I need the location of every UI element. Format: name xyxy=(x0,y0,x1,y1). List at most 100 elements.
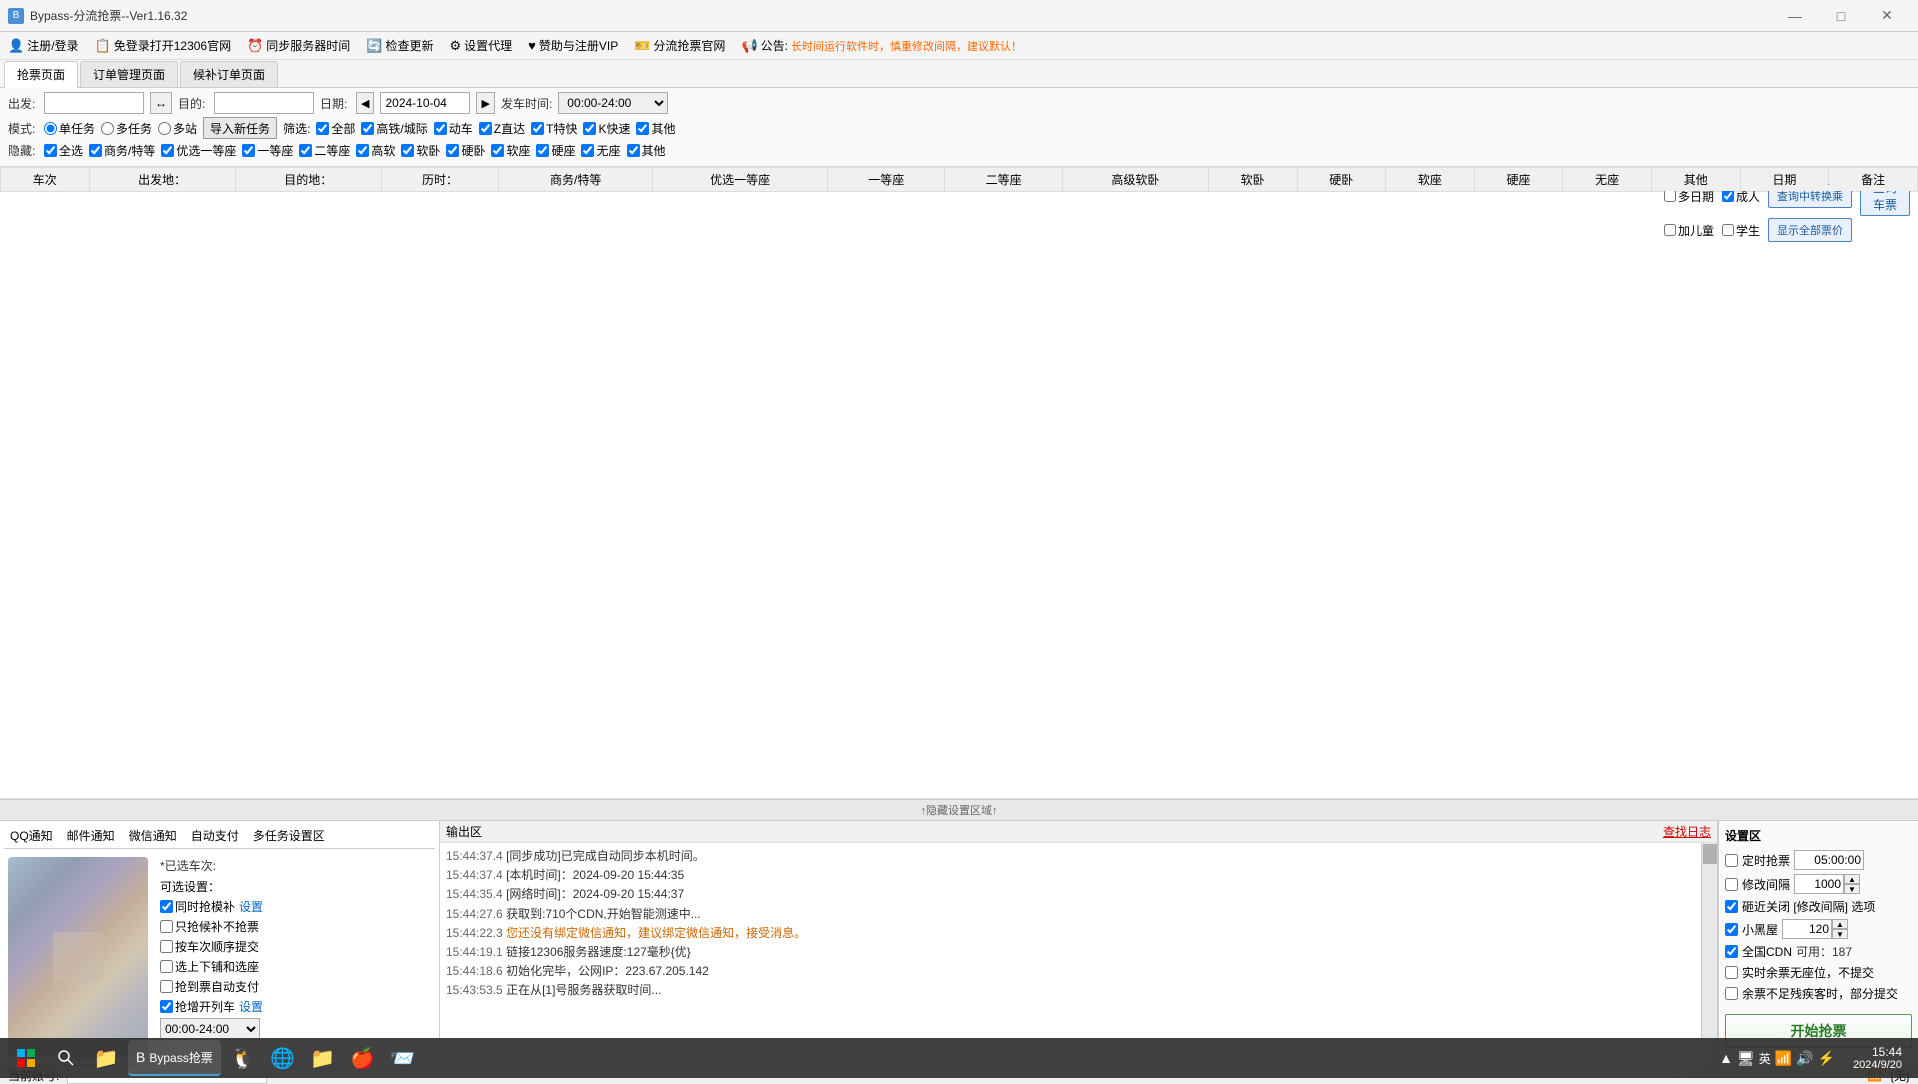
h-firstclass-label[interactable]: 一等座 xyxy=(242,142,293,159)
blacklist-down-btn[interactable]: ▼ xyxy=(1832,929,1848,939)
filter-tfast-label[interactable]: T特快 xyxy=(531,120,577,137)
mode-multi-radio[interactable] xyxy=(101,122,114,135)
h-softslp-label[interactable]: 软卧 xyxy=(401,142,440,159)
start-button[interactable] xyxy=(8,1040,44,1076)
h-all-label[interactable]: 全选 xyxy=(44,142,83,159)
tab-email-notify[interactable]: 邮件通知 xyxy=(61,825,121,846)
output-scrollbar[interactable] xyxy=(1701,843,1717,1065)
h-hardseat-label[interactable]: 硬座 xyxy=(536,142,575,159)
national-cdn-checkbox[interactable] xyxy=(1725,945,1738,958)
timed-grab-checkbox[interactable] xyxy=(1725,854,1738,867)
date-input[interactable] xyxy=(380,92,470,114)
filter-other-checkbox[interactable] xyxy=(636,122,649,135)
filter-motor-label[interactable]: 动车 xyxy=(434,120,473,137)
tab-grab-ticket[interactable]: 抢票页面 xyxy=(4,61,78,88)
from-input[interactable] xyxy=(44,92,144,114)
auto-pay-label[interactable]: 抢到票自动支付 xyxy=(160,978,259,995)
sync-grab-label[interactable]: 同时抢模补 xyxy=(160,898,235,915)
tray-ime-icon[interactable]: 英 xyxy=(1759,1050,1771,1067)
taskbar-app5[interactable]: 🍎 xyxy=(345,1040,381,1076)
filter-zdirect-label[interactable]: Z直达 xyxy=(479,120,525,137)
tray-expand-icon[interactable]: ▲ xyxy=(1719,1050,1733,1066)
sync-grab-settings-btn[interactable]: 设置 xyxy=(239,898,263,915)
tab-multitask-settings[interactable]: 多任务设置区 xyxy=(247,825,331,846)
blacklist-input[interactable] xyxy=(1782,919,1832,939)
tab-supplement[interactable]: 候补订单页面 xyxy=(180,61,278,87)
swap-button[interactable]: ↔ xyxy=(150,92,172,114)
filter-motor-checkbox[interactable] xyxy=(434,122,447,135)
taskbar-qq[interactable]: 🐧 xyxy=(225,1040,261,1076)
menu-vip[interactable]: ♥ 赞助与注册VIP xyxy=(524,35,622,56)
blacklist-checkbox[interactable] xyxy=(1725,923,1738,936)
h-highsoft-label[interactable]: 高软 xyxy=(356,142,395,159)
car-order-checkbox[interactable] xyxy=(160,940,173,953)
menu-login[interactable]: 👤 注册/登录 xyxy=(4,35,83,56)
filter-kfast-checkbox[interactable] xyxy=(583,122,596,135)
h-firstclass-checkbox[interactable] xyxy=(242,144,255,157)
h-softseat-label[interactable]: 软座 xyxy=(491,142,530,159)
child-check-label[interactable]: 加儿童 xyxy=(1664,222,1714,239)
tab-order-manage[interactable]: 订单管理页面 xyxy=(80,61,178,87)
tab-qq-notify[interactable]: QQ通知 xyxy=(4,825,59,846)
taskbar-folder[interactable]: 📁 xyxy=(305,1040,341,1076)
scrollbar-thumb[interactable] xyxy=(1703,844,1717,864)
filter-kfast-label[interactable]: K快速 xyxy=(583,120,630,137)
select-lower-label[interactable]: 选上下铺和选座 xyxy=(160,958,259,975)
h-softslp-checkbox[interactable] xyxy=(401,144,414,157)
h-business-label[interactable]: 商务/特等 xyxy=(89,142,155,159)
filter-highspeed-label[interactable]: 高铁/城际 xyxy=(361,120,427,137)
h-noseat-checkbox[interactable] xyxy=(581,144,594,157)
close-delay-checkbox[interactable] xyxy=(1725,900,1738,913)
h-first-checkbox[interactable] xyxy=(161,144,174,157)
h-second-label[interactable]: 二等座 xyxy=(299,142,350,159)
disabled-submit-checkbox[interactable] xyxy=(1725,987,1738,1000)
import-task-button[interactable]: 导入新任务 xyxy=(203,117,277,139)
taskbar-active-app[interactable]: B Bypass抢票 xyxy=(128,1040,221,1076)
taskbar-file-explorer[interactable]: 📁 xyxy=(88,1040,124,1076)
modify-interval-checkbox[interactable] xyxy=(1725,878,1738,891)
filter-tfast-checkbox[interactable] xyxy=(531,122,544,135)
interval-down-btn[interactable]: ▼ xyxy=(1844,884,1860,894)
h-noseat-label[interactable]: 无座 xyxy=(581,142,620,159)
time-select[interactable]: 00:00-24:00 xyxy=(558,92,668,114)
only-comp-label[interactable]: 只抢候补不抢票 xyxy=(160,918,259,935)
menu-official[interactable]: 🎫 分流抢票官网 xyxy=(630,35,729,56)
mode-single-label[interactable]: 单任务 xyxy=(44,120,95,137)
h-hardseat-checkbox[interactable] xyxy=(536,144,549,157)
h-other-checkbox[interactable] xyxy=(627,144,640,157)
tray-monitor-icon[interactable]: 🖥 xyxy=(1737,1050,1755,1067)
filter-zdirect-checkbox[interactable] xyxy=(479,122,492,135)
select-lower-checkbox[interactable] xyxy=(160,960,173,973)
mode-multi-label[interactable]: 多任务 xyxy=(101,120,152,137)
h-hardslp-label[interactable]: 硬卧 xyxy=(446,142,485,159)
taskbar-clock[interactable]: 15:44 2024/9/20 xyxy=(1845,1043,1910,1073)
h-softseat-checkbox[interactable] xyxy=(491,144,504,157)
find-log-button[interactable]: 查找日志 xyxy=(1663,823,1711,840)
h-highsoft-checkbox[interactable] xyxy=(356,144,369,157)
tab-wechat-notify[interactable]: 微信通知 xyxy=(123,825,183,846)
blacklist-up-btn[interactable]: ▲ xyxy=(1832,919,1848,929)
menu-setproxy[interactable]: ⚙ 设置代理 xyxy=(446,35,517,56)
filter-all-checkbox[interactable] xyxy=(316,122,329,135)
h-first-label[interactable]: 优选一等座 xyxy=(161,142,236,159)
menu-open12306[interactable]: 📋 免登录打开12306官网 xyxy=(91,35,236,56)
tray-volume-icon[interactable]: 🔊 xyxy=(1796,1050,1813,1067)
sync-grab-checkbox[interactable] xyxy=(160,900,173,913)
mode-multisite-radio[interactable] xyxy=(158,122,171,135)
mode-single-radio[interactable] xyxy=(44,122,57,135)
time-range-select[interactable]: 00:00-24:00 xyxy=(160,1018,260,1040)
auto-pay-checkbox[interactable] xyxy=(160,980,173,993)
date-next-button[interactable]: ▶ xyxy=(476,92,494,114)
tray-wifi-icon[interactable]: 📶 xyxy=(1775,1050,1792,1067)
timed-grab-time-input[interactable] xyxy=(1794,850,1864,870)
filter-other-label[interactable]: 其他 xyxy=(636,120,675,137)
taskbar-search[interactable] xyxy=(48,1040,84,1076)
adult-checkbox[interactable] xyxy=(1722,190,1734,202)
to-input[interactable] xyxy=(214,92,314,114)
multiday-checkbox[interactable] xyxy=(1664,190,1676,202)
h-second-checkbox[interactable] xyxy=(299,144,312,157)
h-all-checkbox[interactable] xyxy=(44,144,57,157)
tab-auto-pay[interactable]: 自动支付 xyxy=(185,825,245,846)
h-business-checkbox[interactable] xyxy=(89,144,102,157)
h-other-label[interactable]: 其他 xyxy=(627,142,666,159)
